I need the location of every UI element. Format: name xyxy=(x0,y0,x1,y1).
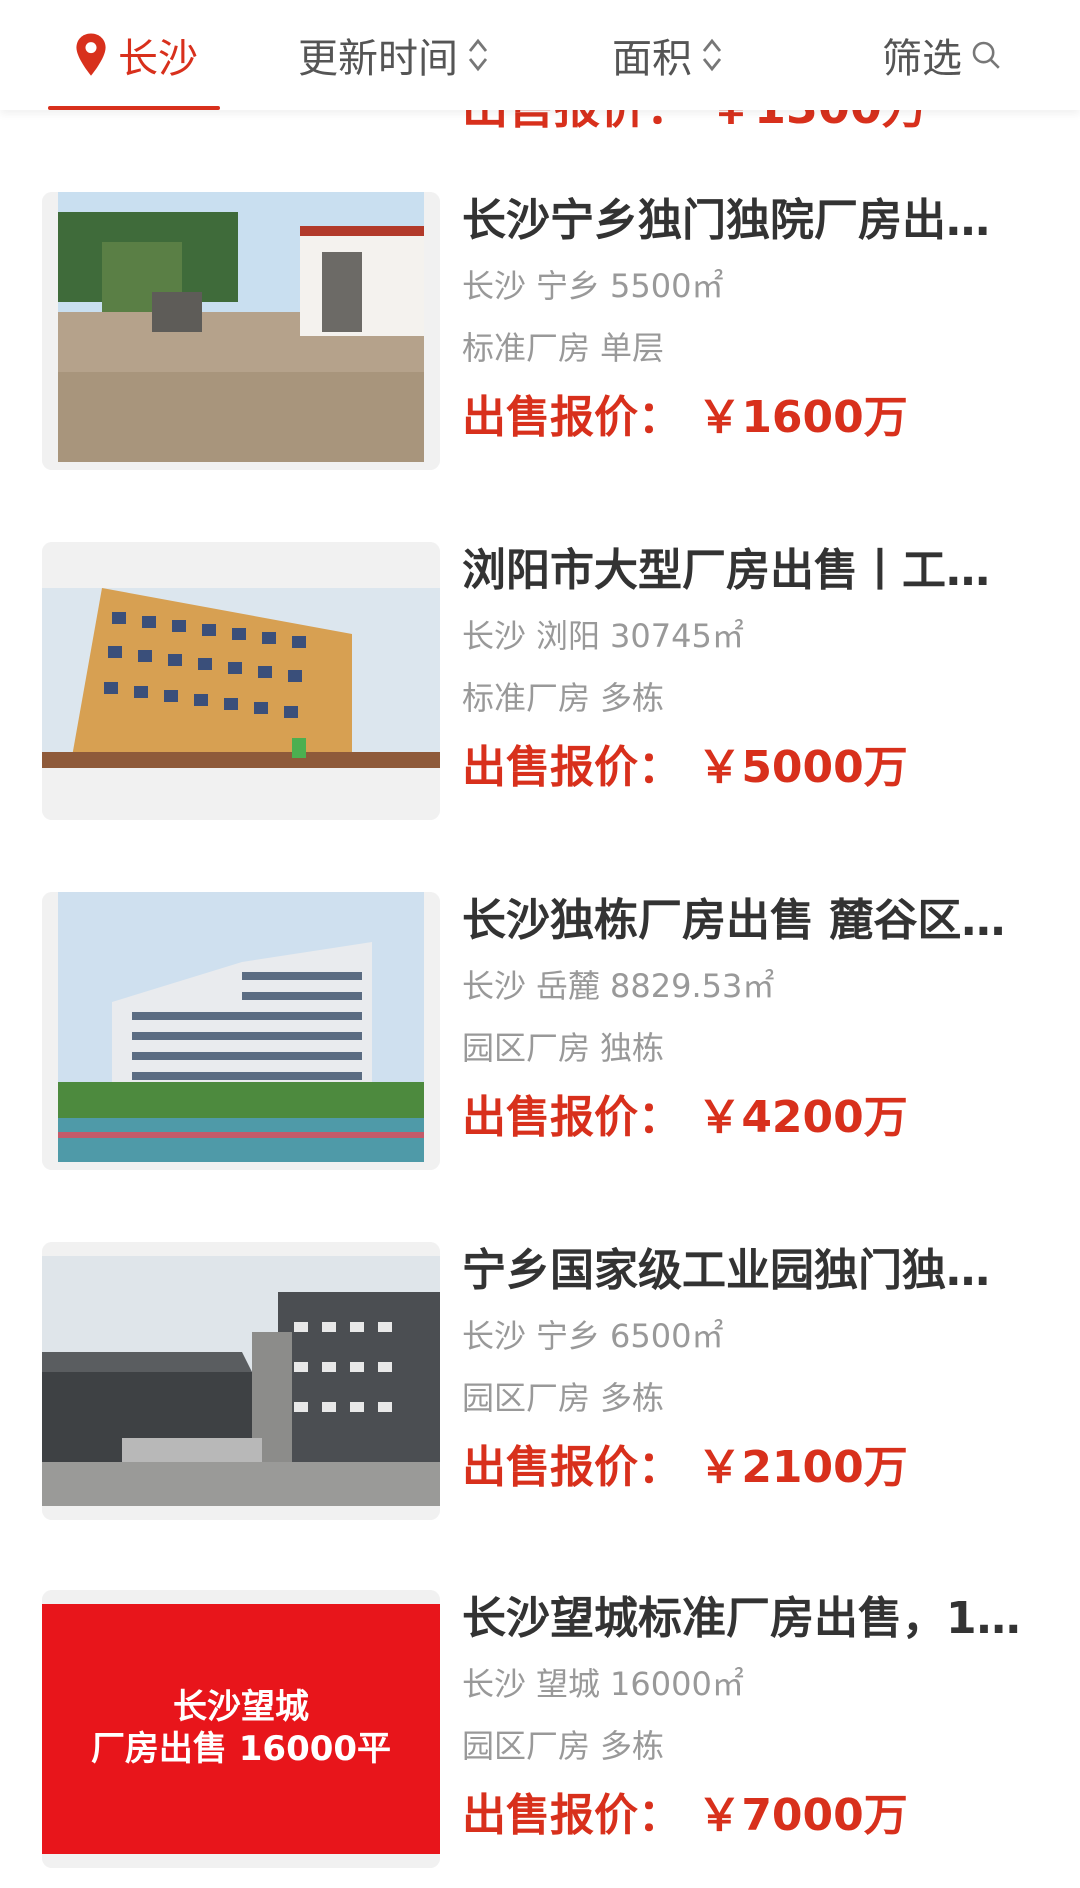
list-item[interactable]: 长沙宁乡独门独院厂房出… 长沙 宁乡 5500㎡ 标准厂房 单层 出售报价： ￥160… xyxy=(0,192,1080,492)
listing-price: 出售报价： ￥5000万 xyxy=(462,742,908,793)
listing-tags: 标准厂房 多栋 xyxy=(462,679,665,717)
banner-line-1: 长沙望城 xyxy=(173,1687,309,1727)
active-tab-indicator xyxy=(48,106,220,110)
listing-info: 长沙独栋厂房出售 麓谷区… 长沙 岳麓 8829.53㎡ 园区厂房 独栋 出售报价： … xyxy=(462,892,1042,1148)
listing-location: 长沙 宁乡 5500㎡ xyxy=(462,267,724,305)
city-selector[interactable]: 长沙 xyxy=(72,0,198,110)
city-label: 长沙 xyxy=(118,36,198,82)
sort-area[interactable]: 面积 xyxy=(612,0,724,110)
listing-price: 出售报价： ￥1600万 xyxy=(462,392,908,443)
sort-arrows-icon xyxy=(468,38,488,72)
filter-bar: 长沙 更新时间 面积 筛选 xyxy=(0,0,1080,110)
listing-tags: 园区厂房 多栋 xyxy=(462,1727,665,1765)
listing-title: 长沙望城标准厂房出售，1… xyxy=(462,1593,1021,1644)
list-item[interactable]: 宁乡国家级工业园独门独… 长沙 宁乡 6500㎡ 园区厂房 多栋 出售报价： ￥210… xyxy=(0,1242,1080,1542)
listing-location: 长沙 宁乡 6500㎡ xyxy=(462,1317,724,1355)
listing-location: 长沙 望城 16000㎡ xyxy=(462,1665,744,1703)
listing-tags: 园区厂房 独栋 xyxy=(462,1029,665,1067)
listing-info: 宁乡国家级工业园独门独… 长沙 宁乡 6500㎡ 园区厂房 多栋 出售报价： ￥210… xyxy=(462,1242,1042,1498)
listing-photo: 长沙望城 厂房出售 16000平 xyxy=(42,1590,440,1868)
filter-label: 筛选 xyxy=(882,36,962,82)
listing-title: 长沙宁乡独门独院厂房出… xyxy=(462,195,990,246)
listing-photo xyxy=(42,892,440,1170)
list-item[interactable]: 长沙独栋厂房出售 麓谷区… 长沙 岳麓 8829.53㎡ 园区厂房 独栋 出售报价： … xyxy=(0,892,1080,1192)
listing-location: 长沙 浏阳 30745㎡ xyxy=(462,617,744,655)
listing-title: 浏阳市大型厂房出售丨工… xyxy=(462,545,990,596)
list-item[interactable]: 长沙望城 厂房出售 16000平 长沙望城标准厂房出售，1… 长沙 望城 16000… xyxy=(0,1590,1080,1888)
listing-tags: 园区厂房 多栋 xyxy=(462,1379,665,1417)
sort-arrows-icon xyxy=(702,38,722,72)
filter-button[interactable]: 筛选 xyxy=(882,0,1002,110)
listing-price: 出售报价： ￥7000万 xyxy=(462,1790,908,1841)
search-icon xyxy=(972,41,1000,69)
listing-location: 长沙 岳麓 8829.53㎡ xyxy=(462,967,775,1005)
listing-price: 出售报价： ￥4200万 xyxy=(462,1092,908,1143)
sort-update-label: 更新时间 xyxy=(298,36,458,82)
listing-title: 长沙独栋厂房出售 麓谷区… xyxy=(462,895,1006,946)
listing-photo xyxy=(42,192,440,470)
listing-page: 出售报价： ￥1300万 长沙 更新时间 面积 筛选 xyxy=(0,0,1080,1888)
listing-tags: 标准厂房 单层 xyxy=(462,329,665,367)
location-pin-icon xyxy=(76,33,106,76)
listing-title: 宁乡国家级工业园独门独… xyxy=(462,1245,990,1296)
listing-photo xyxy=(42,542,440,820)
listing-price: 出售报价： ￥2100万 xyxy=(462,1442,908,1493)
listing-photo xyxy=(42,1242,440,1520)
banner-line-2: 厂房出售 16000平 xyxy=(90,1729,392,1769)
listing-info: 长沙宁乡独门独院厂房出… 长沙 宁乡 5500㎡ 标准厂房 单层 出售报价： ￥160… xyxy=(462,192,1042,448)
sort-area-label: 面积 xyxy=(612,36,692,82)
sort-update-time[interactable]: 更新时间 xyxy=(298,0,490,110)
list-item[interactable]: 浏阳市大型厂房出售丨工… 长沙 浏阳 30745㎡ 标准厂房 多栋 出售报价： ￥50… xyxy=(0,542,1080,842)
listing-info: 长沙望城标准厂房出售，1… 长沙 望城 16000㎡ 园区厂房 多栋 出售报价： ￥7… xyxy=(462,1590,1042,1846)
listing-info: 浏阳市大型厂房出售丨工… 长沙 浏阳 30745㎡ 标准厂房 多栋 出售报价： ￥50… xyxy=(462,542,1042,798)
